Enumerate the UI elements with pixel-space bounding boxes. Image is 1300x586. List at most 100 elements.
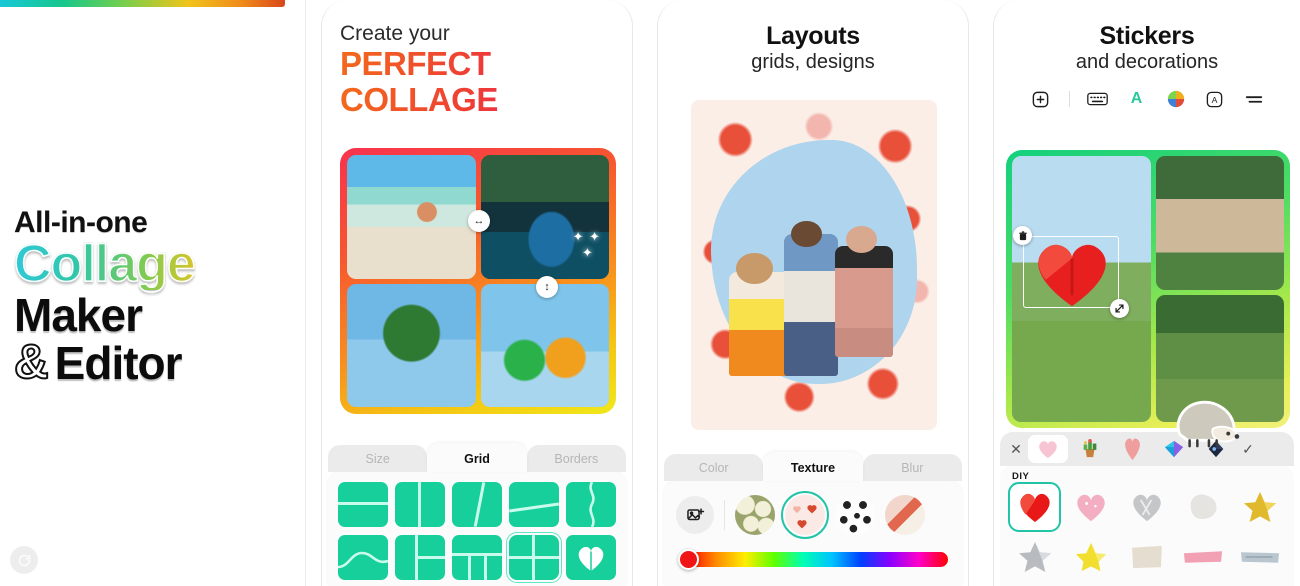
texture-polka-dot[interactable]: [835, 495, 875, 535]
collage-grid: ✦ ✦ ✦: [347, 155, 609, 407]
sticker-silver-glitter-star[interactable]: [1010, 534, 1059, 580]
panel3-subtitle: grids, designs: [751, 51, 875, 73]
panel3-title: Layouts: [766, 22, 860, 50]
collage-cell-cave[interactable]: ✦ ✦ ✦: [480, 155, 609, 279]
red-heart-sticker: [1038, 244, 1106, 307]
panel2-heading-line2: COLLAGE: [340, 81, 632, 118]
swatch-separator: [724, 500, 725, 530]
panel3-header: Layouts grids, designs: [658, 0, 968, 74]
hero-line-4: & Editor: [13, 336, 305, 390]
text-a-icon[interactable]: A: [1126, 88, 1148, 110]
sticker-blue-tape[interactable]: [1235, 534, 1284, 580]
collage-cell-palm[interactable]: [347, 283, 476, 407]
grid-option-slanted-split[interactable]: [509, 482, 559, 527]
menu-lines-icon[interactable]: [1243, 88, 1265, 110]
grid-option-heart-split[interactable]: [566, 535, 616, 580]
collage-cell-couple[interactable]: [1155, 156, 1284, 290]
sticker-picker: DIY: [1000, 466, 1294, 586]
horizontal-resize-handle[interactable]: ↔: [468, 210, 490, 232]
trash-icon[interactable]: [1013, 226, 1032, 245]
tab-borders[interactable]: Borders: [526, 445, 626, 472]
texture-abstract[interactable]: [885, 495, 925, 535]
grid-option-four-square[interactable]: [505, 531, 563, 584]
refresh-icon[interactable]: [10, 546, 38, 574]
texture-swatch-row: [674, 491, 952, 543]
close-icon[interactable]: ✕: [1006, 441, 1026, 458]
add-square-icon[interactable]: [1030, 88, 1052, 110]
tab-grid[interactable]: Grid: [427, 443, 527, 472]
sticker-white-blob[interactable]: [1179, 484, 1228, 530]
app-screenshot: All-in-one Collage Maker & Editor Create…: [0, 0, 1300, 586]
grid-option-curved-split[interactable]: [338, 535, 388, 580]
grid-option-two-columns[interactable]: [395, 482, 445, 527]
collage-cell-drink[interactable]: [480, 283, 609, 407]
texture-hearts[interactable]: [781, 491, 829, 539]
color-wheel-icon[interactable]: [1165, 88, 1187, 110]
grid-option-top-three-bottom[interactable]: [452, 535, 502, 580]
sticker-row-1: [1008, 482, 1284, 532]
grid-thumbnail-tray: [328, 472, 626, 586]
collage-cell-beach[interactable]: [347, 155, 476, 279]
tab-blur[interactable]: Blur: [862, 454, 962, 481]
panel2-bottom-sheet: Size Grid Borders: [328, 442, 626, 586]
panel2-header: Create your PERFECT COLLAGE: [322, 0, 632, 117]
tab-texture[interactable]: Texture: [763, 452, 863, 481]
editor-toolbar: A A: [994, 88, 1300, 110]
hue-slider-track[interactable]: [687, 552, 948, 567]
grid-row-1: [338, 482, 616, 527]
hero-panel: All-in-one Collage Maker & Editor: [0, 7, 305, 586]
collage-canvas[interactable]: ✦ ✦ ✦ ↔ ↕: [340, 148, 616, 414]
panel-perfect-collage: Create your PERFECT COLLAGE ✦ ✦ ✦ ↔ ↕ Si…: [321, 0, 633, 586]
texture-tray: [664, 481, 962, 586]
sticker-collage-canvas[interactable]: [1006, 150, 1290, 448]
sticker-silver-glitter-heart[interactable]: [1123, 484, 1172, 530]
selected-sticker-frame[interactable]: [1013, 226, 1129, 318]
sticker-category-pink-heart[interactable]: [1028, 435, 1068, 463]
toolbar-separator: [1068, 91, 1070, 107]
hue-slider-knob[interactable]: [678, 549, 699, 570]
texture-olive-floral[interactable]: [735, 495, 775, 535]
background-tabs: Color Texture Blur: [664, 451, 962, 481]
panel4-bottom-sheet: ✕ ✓ DIY: [1000, 432, 1294, 586]
layout-canvas[interactable]: [691, 100, 937, 430]
grid-option-wavy-split[interactable]: [566, 482, 616, 527]
panel2-heading-line1: PERFECT: [340, 46, 632, 82]
grid-option-diagonal-split[interactable]: [452, 482, 502, 527]
sticker-yellow-star[interactable]: [1066, 534, 1115, 580]
ampersand-glyph: &: [13, 336, 50, 390]
grid-option-two-rows[interactable]: [338, 482, 388, 527]
font-box-icon[interactable]: A: [1204, 88, 1226, 110]
hero-line-2: Collage: [13, 237, 305, 291]
sticker-category-pink-heart-tall[interactable]: [1112, 435, 1152, 463]
panel4-title: Stickers: [1099, 22, 1195, 50]
add-image-icon[interactable]: [676, 496, 714, 534]
top-gradient-bar: [0, 0, 285, 7]
sticker-beige-square[interactable]: [1123, 534, 1172, 580]
panel2-heading-small: Create your: [340, 22, 450, 45]
hedgehog-sticker: [1176, 400, 1240, 448]
hero-line-1: All-in-one: [14, 205, 148, 239]
sticker-pink-tape[interactable]: [1179, 534, 1228, 580]
resize-handle-icon[interactable]: [1110, 299, 1129, 318]
panel3-bottom-sheet: Color Texture Blur: [664, 451, 962, 586]
grid-option-left-col-two-right[interactable]: [395, 535, 445, 580]
svg-text:A: A: [1212, 95, 1218, 105]
hero-editor-word: Editor: [54, 336, 183, 389]
panel-stickers: Stickers and decorations A A ✕ ✓ DIY: [993, 0, 1300, 586]
grid-tabs: Size Grid Borders: [328, 442, 626, 472]
tab-color[interactable]: Color: [664, 454, 764, 481]
sticker-row-2: [1010, 534, 1284, 580]
sticker-category-cactus-pot[interactable]: [1070, 435, 1110, 463]
sticker-category-strip: ✕ ✓: [1000, 432, 1294, 466]
keyboard-icon[interactable]: [1087, 88, 1109, 110]
grid-row-2: [338, 531, 616, 584]
sticker-pink-glitter-heart[interactable]: [1066, 484, 1115, 530]
hue-slider[interactable]: [674, 543, 952, 580]
section-label-diy: DIY: [1012, 471, 1030, 482]
hero-divider: [305, 0, 306, 586]
tab-size[interactable]: Size: [328, 445, 428, 472]
sticker-gold-glitter-star[interactable]: [1235, 484, 1284, 530]
vertical-resize-handle[interactable]: ↕: [536, 276, 558, 298]
panel4-header: Stickers and decorations: [994, 0, 1300, 74]
sticker-red-heart[interactable]: [1008, 482, 1061, 532]
